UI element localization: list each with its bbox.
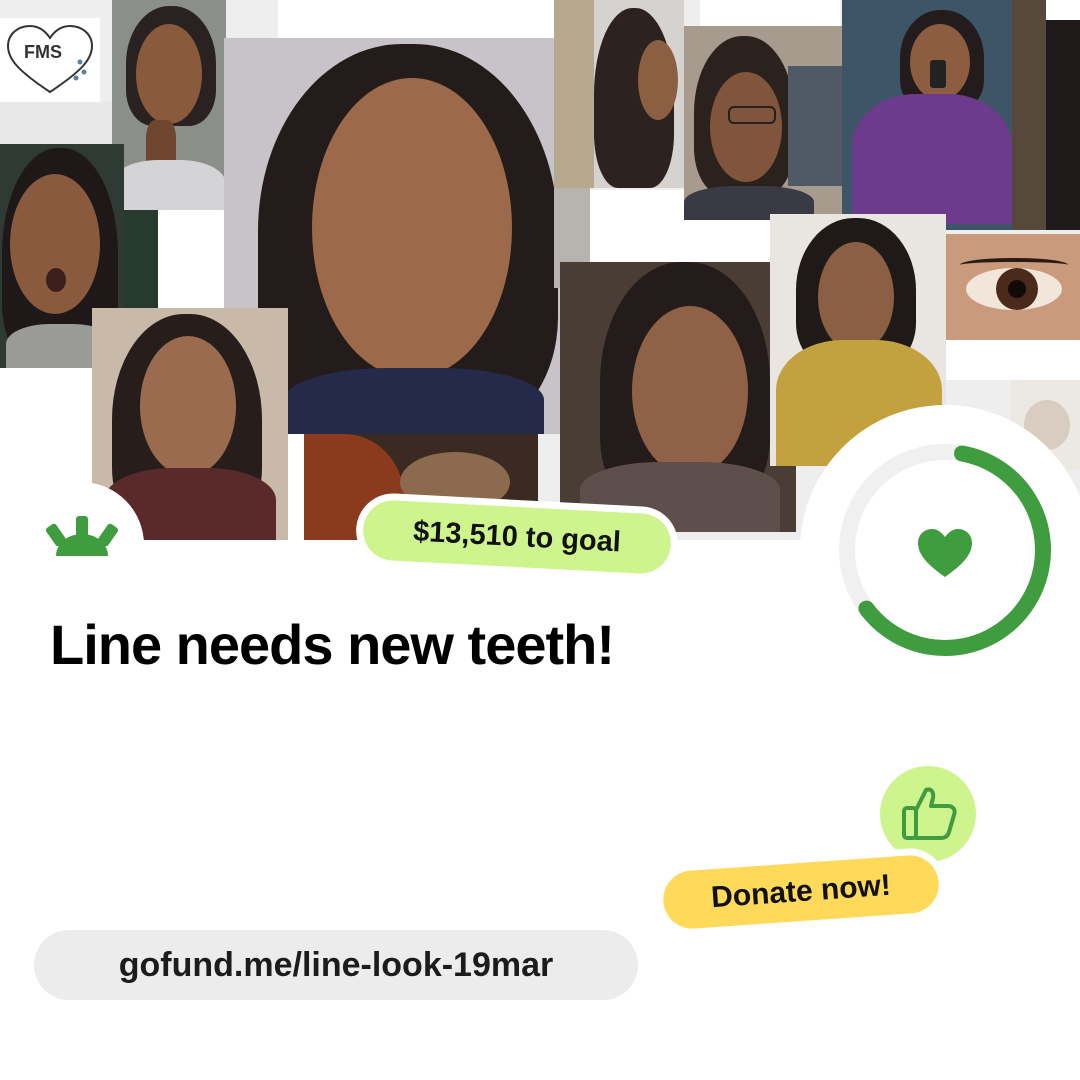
photo-fms-sticker: FMS — [0, 18, 100, 102]
photo-smile-right — [560, 262, 796, 532]
fundraiser-card: FMS $13,510 to goal Line needs new teeth… — [0, 0, 1080, 1080]
photo-glasses-bookshelf — [684, 26, 842, 220]
heart-icon — [918, 529, 972, 577]
fundraiser-title: Line needs new teeth! — [50, 613, 615, 676]
gofundme-sunrise-icon — [45, 516, 119, 556]
photo-eye-closeup — [946, 234, 1080, 340]
donate-now-label: Donate now! — [661, 853, 941, 931]
thumbs-up-badge — [880, 766, 976, 862]
collage-gap — [158, 210, 224, 308]
sticker-text: FMS — [24, 42, 62, 62]
collage-gap — [700, 0, 840, 26]
photo-hand-on-chin — [112, 0, 226, 210]
photo-mirror-selfie-purple — [842, 0, 1046, 230]
collage-gap — [1046, 0, 1080, 20]
collage-gap — [278, 0, 554, 38]
progress-ring — [800, 405, 1080, 695]
collage-gap — [124, 210, 158, 310]
collage-gap — [1046, 20, 1080, 230]
fundraiser-url[interactable]: gofund.me/line-look-19mar — [34, 930, 638, 1000]
collage-gap — [0, 102, 112, 144]
collage-gap — [288, 434, 304, 540]
thumbs-up-icon — [902, 787, 957, 840]
logo-badge — [18, 482, 144, 608]
photo-profile-window — [554, 0, 684, 188]
to-goal-label: $13,510 to goal — [361, 498, 673, 576]
collage-gap — [946, 340, 1080, 380]
